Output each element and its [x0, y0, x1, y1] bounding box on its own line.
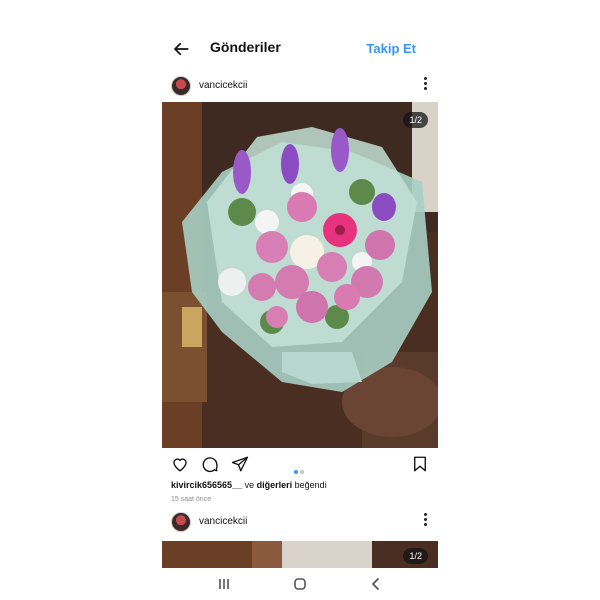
arrow-left-icon[interactable]: [172, 40, 190, 58]
post-actions: [162, 452, 438, 478]
instagram-post-screen: Gönderiler Takip Et vancicekcii 1/2 kivi…: [162, 0, 438, 600]
post-image[interactable]: 1/2: [162, 102, 438, 448]
follow-button[interactable]: Takip Et: [366, 41, 416, 56]
likes-text: kivircik656565__ ve diğerleri beğendi: [171, 480, 327, 490]
likes-others-link[interactable]: diğerleri: [257, 480, 293, 490]
post-header: vancicekcii: [162, 72, 438, 102]
carousel-indicator: [293, 461, 305, 479]
avatar[interactable]: [171, 76, 191, 96]
page-title: Gönderiler: [210, 39, 281, 55]
likes-suffix: beğendi: [294, 480, 327, 490]
post-timestamp: 15 saat önce: [171, 496, 212, 503]
post-username[interactable]: vancicekcii: [199, 80, 247, 91]
post-photo: [162, 541, 438, 568]
home-icon[interactable]: [290, 574, 310, 594]
send-icon[interactable]: [231, 455, 249, 473]
chevron-left-icon[interactable]: [366, 574, 386, 594]
post-username[interactable]: vancicekcii: [199, 516, 247, 527]
post-image[interactable]: 1/2: [162, 541, 438, 568]
top-bar: Gönderiler Takip Et: [162, 34, 438, 64]
bookmark-icon[interactable]: [411, 455, 429, 473]
more-vertical-icon[interactable]: [422, 75, 428, 95]
likes-connector: ve: [244, 480, 255, 490]
image-counter-badge: 1/2: [403, 112, 428, 128]
image-counter-badge: 1/2: [403, 548, 428, 564]
bouquet-photo: [162, 102, 438, 448]
recent-apps-icon[interactable]: [214, 574, 234, 594]
post-header: vancicekcii: [162, 508, 438, 538]
avatar[interactable]: [171, 512, 191, 532]
carousel-dot-active: [294, 470, 298, 474]
more-vertical-icon[interactable]: [422, 511, 428, 531]
comment-icon[interactable]: [201, 455, 219, 473]
system-navigation-bar: [162, 568, 438, 600]
heart-icon[interactable]: [171, 455, 189, 473]
carousel-dot: [300, 470, 304, 474]
liker-username[interactable]: kivircik656565__: [171, 480, 242, 490]
